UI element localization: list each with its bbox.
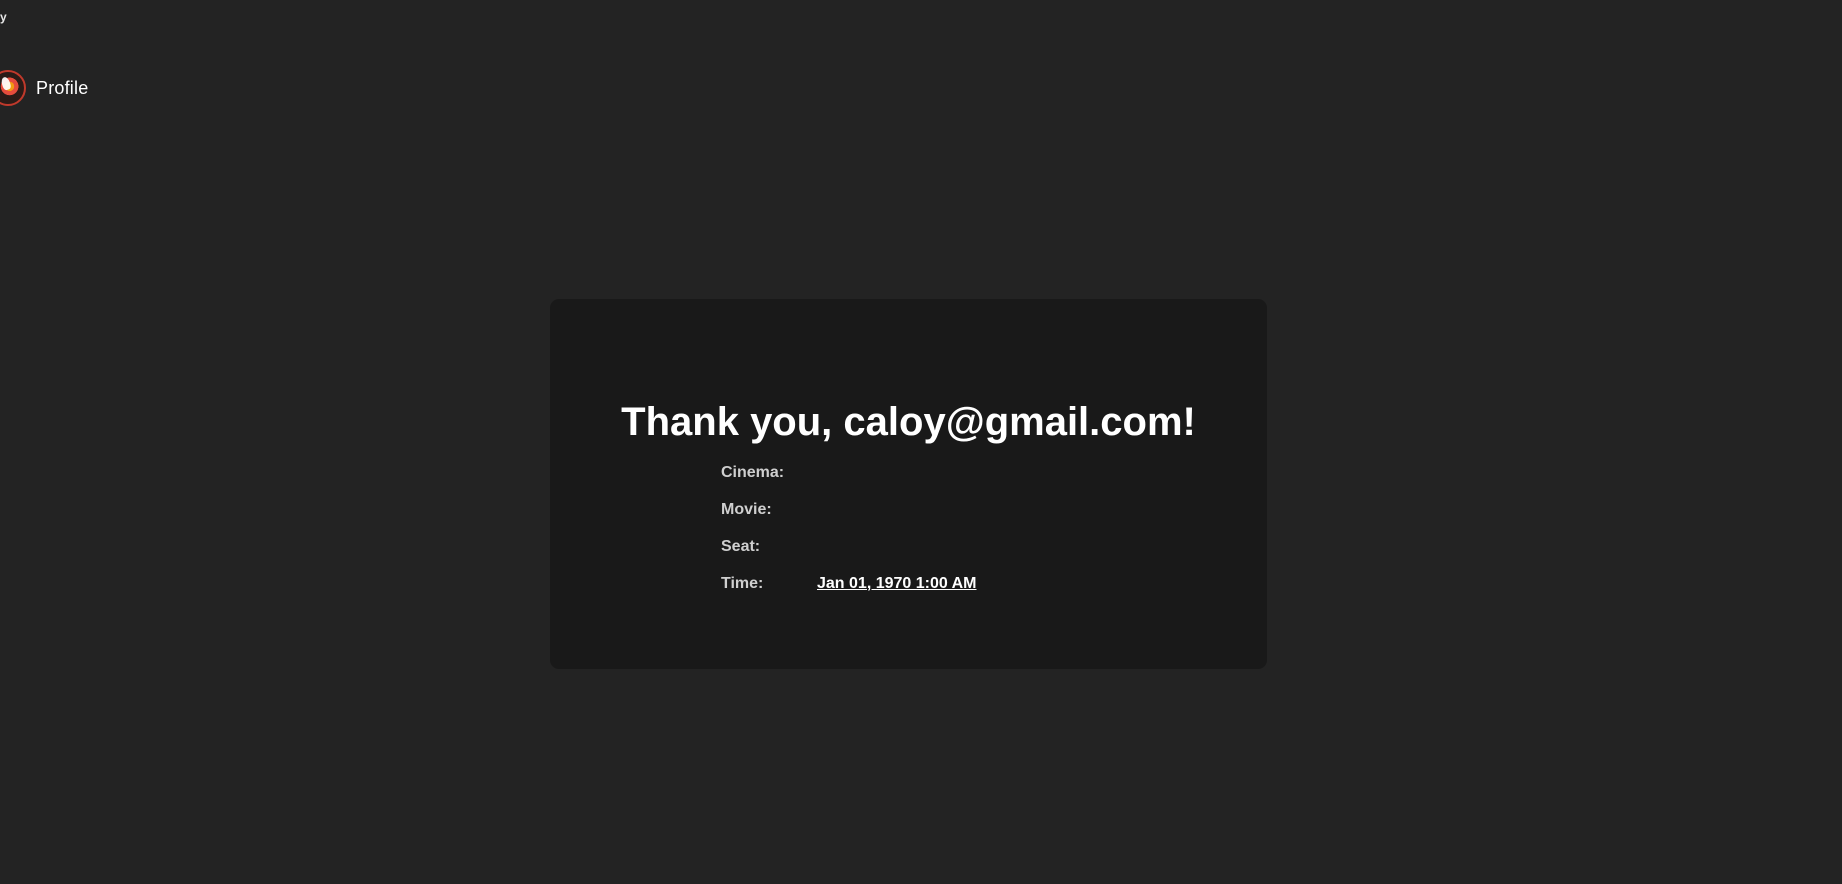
detail-row-cinema: Cinema: xyxy=(721,454,1081,491)
booking-confirmation-page: y Profile Thank you, caloy@gmail.com! Ci… xyxy=(0,0,1842,884)
confirmation-title: Thank you, caloy@gmail.com! xyxy=(621,399,1196,444)
header-text-fragment: y xyxy=(0,10,7,24)
booking-details: Cinema: Movie: Seat: Time: Jan 01, 1970 … xyxy=(721,454,1081,602)
profile-link[interactable]: Profile xyxy=(0,70,88,106)
movie-label: Movie: xyxy=(721,500,772,518)
detail-row-movie: Movie: xyxy=(721,491,1081,528)
profile-label: Profile xyxy=(36,77,89,98)
showtime-link[interactable]: Jan 01, 1970 1:00 AM xyxy=(817,575,977,593)
detail-row-seat: Seat: xyxy=(721,528,1081,565)
time-label: Time: xyxy=(721,574,764,592)
seat-label: Seat: xyxy=(721,537,761,555)
profile-avatar xyxy=(0,70,26,106)
detail-row-time: Time: Jan 01, 1970 1:00 AM xyxy=(721,565,1081,602)
confirmation-card: Thank you, caloy@gmail.com! Cinema: Movi… xyxy=(550,299,1267,669)
cinema-label: Cinema: xyxy=(721,463,785,481)
